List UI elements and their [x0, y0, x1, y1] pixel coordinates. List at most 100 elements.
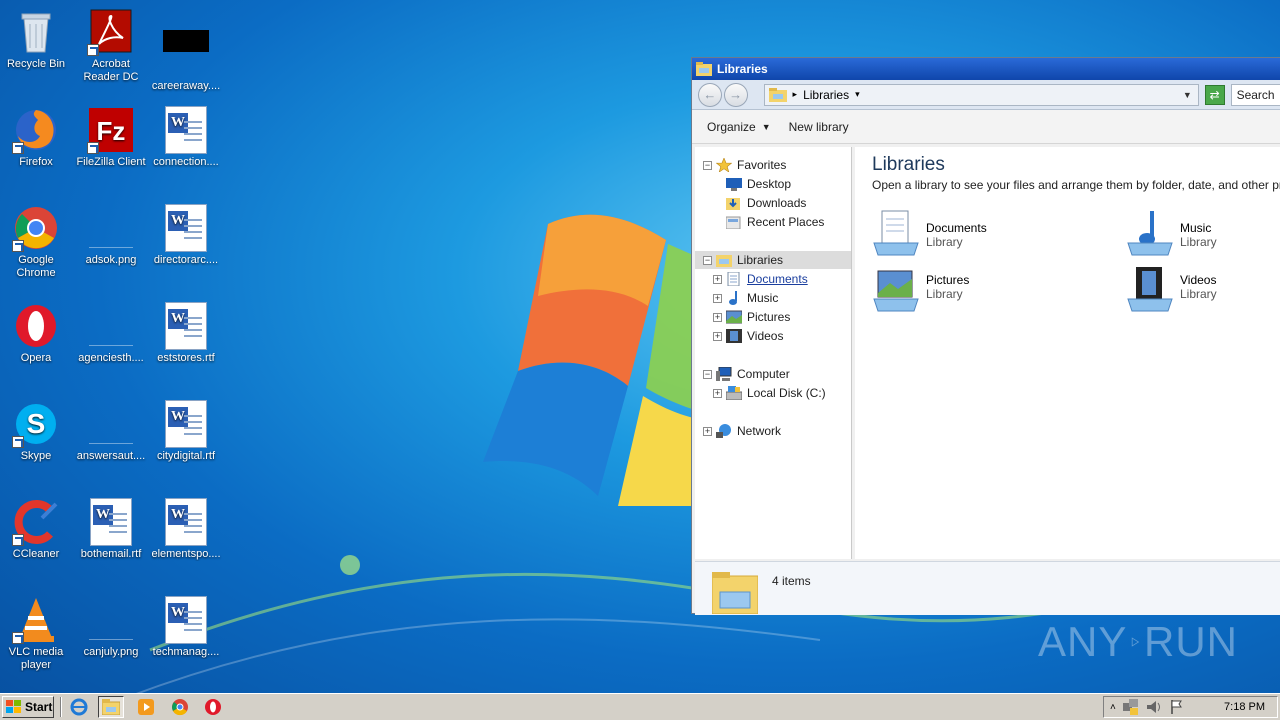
nav-label: Videos: [747, 329, 784, 343]
nav-item-documents[interactable]: + Documents: [713, 270, 808, 288]
chrome-icon: [172, 699, 188, 716]
taskbar-opera[interactable]: [200, 696, 226, 718]
expand-toggle-icon[interactable]: +: [713, 312, 722, 322]
desktop-icon-connection[interactable]: W connection....: [150, 106, 222, 169]
library-item-pictures[interactable]: Pictures Library: [872, 265, 969, 313]
png-file-icon: [87, 596, 135, 644]
organize-button[interactable]: Organize ▼: [707, 120, 771, 134]
desktop-icon-careeraway[interactable]: careeraway....: [150, 8, 222, 93]
network-status-icon[interactable]: [1122, 699, 1139, 715]
window-title: Libraries: [717, 62, 768, 76]
nav-item-pictures[interactable]: + Pictures: [713, 308, 790, 326]
nav-label: Network: [737, 424, 782, 438]
taskbar-media-player[interactable]: [133, 696, 159, 718]
desktop-icon-citydigital[interactable]: W citydigital.rtf: [150, 400, 222, 463]
nav-item-recent-places[interactable]: Recent Places: [726, 213, 824, 231]
shortcut-arrow-icon: [87, 142, 99, 154]
desktop-icon-acrobat[interactable]: Acrobat Reader DC: [75, 8, 147, 84]
desktop-icon-ccleaner[interactable]: CCleaner: [0, 498, 72, 561]
breadcrumb-chevron-icon[interactable]: ▸: [793, 89, 798, 100]
desktop-icon-chrome[interactable]: Google Chrome: [0, 204, 72, 280]
desktop-icon-answersaut[interactable]: answersaut....: [75, 400, 147, 463]
system-tray: ˄ 7:18 PM: [1103, 696, 1278, 718]
play-triangle-icon: [1132, 637, 1140, 647]
window-titlebar[interactable]: Libraries: [692, 58, 1280, 80]
refresh-button[interactable]: ⇄: [1204, 84, 1225, 105]
desktop-icon-elementspo[interactable]: W elementspo....: [150, 498, 222, 561]
item-count: 4 items: [772, 574, 811, 588]
library-item-music[interactable]: Music Library: [1126, 209, 1217, 257]
taskbar-windows-explorer[interactable]: [98, 696, 124, 718]
desktop-icon-agenciesth[interactable]: agenciesth....: [75, 302, 147, 365]
command-bar: Organize ▼ New library: [692, 110, 1280, 144]
desktop-icon-bothemail[interactable]: W bothemail.rtf: [75, 498, 147, 561]
libraries-large-folder-icon: [712, 572, 758, 614]
collapse-toggle-icon[interactable]: −: [703, 160, 712, 170]
nav-item-favorites[interactable]: − Favorites: [703, 156, 786, 174]
music-library-icon: [1127, 211, 1173, 256]
png-file-icon: [87, 204, 135, 252]
nav-item-network[interactable]: + Network: [703, 422, 781, 440]
nav-item-libraries[interactable]: − Libraries: [695, 251, 851, 269]
star-icon: [716, 158, 732, 172]
taskbar: Start ˄ 7:18 PM: [0, 693, 1280, 720]
breadcrumb-dropdown-icon[interactable]: ▾: [855, 89, 860, 100]
desktop-icon-opera[interactable]: Opera: [0, 302, 72, 365]
library-type: Library: [1180, 287, 1217, 301]
nav-item-computer[interactable]: − Computer: [703, 365, 790, 383]
chevron-down-icon: ▼: [761, 121, 771, 132]
start-button[interactable]: Start: [2, 696, 54, 718]
action-center-flag-icon[interactable]: [1169, 699, 1185, 715]
desktop-icon-vlc[interactable]: VLC media player: [0, 596, 72, 672]
forward-button[interactable]: →: [723, 82, 748, 107]
volume-speaker-icon[interactable]: [1146, 699, 1162, 715]
desktop-icon-techmanag[interactable]: W techmanag....: [150, 596, 222, 659]
desktop-icon-canjuly[interactable]: canjuly.png: [75, 596, 147, 659]
organize-label: Organize: [707, 119, 756, 134]
expand-toggle-icon[interactable]: +: [713, 331, 722, 341]
new-library-label: New library: [788, 119, 849, 134]
expand-toggle-icon[interactable]: +: [713, 274, 722, 284]
back-button[interactable]: ←: [698, 82, 722, 107]
nav-item-desktop[interactable]: Desktop: [726, 175, 791, 193]
search-input[interactable]: Search: [1230, 83, 1280, 106]
desktop-icon-filezilla[interactable]: Fz FileZilla Client: [75, 106, 147, 169]
opera-icon: [205, 699, 221, 715]
expand-toggle-icon[interactable]: +: [713, 293, 722, 303]
word-doc-icon: W: [162, 302, 210, 350]
desktop-icon-firefox[interactable]: Firefox: [0, 106, 72, 169]
vlc-icon: [12, 596, 60, 644]
nav-item-local-disk[interactable]: + Local Disk (C:): [713, 384, 826, 402]
desktop-icon-eststores[interactable]: W eststores.rtf: [150, 302, 222, 365]
expand-toggle-icon[interactable]: +: [703, 426, 712, 436]
address-history-dropdown-icon[interactable]: ▼: [1183, 90, 1192, 100]
new-library-button[interactable]: New library: [789, 120, 849, 134]
shortcut-arrow-icon: [87, 44, 99, 56]
taskbar-internet-explorer[interactable]: [66, 696, 92, 718]
library-item-videos[interactable]: Videos Library: [1126, 265, 1217, 313]
skype-icon: S: [12, 400, 60, 448]
collapse-toggle-icon[interactable]: −: [703, 369, 712, 379]
library-name: Pictures: [926, 273, 970, 287]
chrome-icon: [12, 204, 60, 252]
show-hidden-icons-button[interactable]: ˄: [1110, 702, 1116, 713]
nav-item-downloads[interactable]: Downloads: [726, 194, 806, 212]
nav-item-videos[interactable]: + Videos: [713, 327, 783, 345]
desktop-icon: [726, 178, 742, 191]
breadcrumb-libraries[interactable]: Libraries: [803, 88, 849, 102]
shortcut-arrow-icon: [12, 632, 24, 644]
library-item-documents[interactable]: Documents Library: [872, 209, 987, 257]
desktop-icon-directorarc[interactable]: W directorarc....: [150, 204, 222, 267]
desktop-icon-recycle-bin[interactable]: Recycle Bin: [0, 8, 72, 71]
nav-item-music[interactable]: + Music: [713, 289, 778, 307]
address-field[interactable]: ▸ Libraries ▾ ▼: [763, 83, 1199, 106]
expand-toggle-icon[interactable]: +: [713, 388, 722, 398]
anyrun-watermark: ANY RUN: [1038, 618, 1238, 665]
desktop-icon-skype[interactable]: S Skype: [0, 400, 72, 463]
filezilla-icon: Fz: [87, 106, 135, 154]
word-doc-icon: W: [162, 400, 210, 448]
taskbar-chrome[interactable]: [167, 696, 193, 718]
clock[interactable]: 7:18 PM: [1224, 701, 1265, 713]
collapse-toggle-icon[interactable]: −: [703, 255, 712, 265]
desktop-icon-adsok[interactable]: adsok.png: [75, 204, 147, 267]
